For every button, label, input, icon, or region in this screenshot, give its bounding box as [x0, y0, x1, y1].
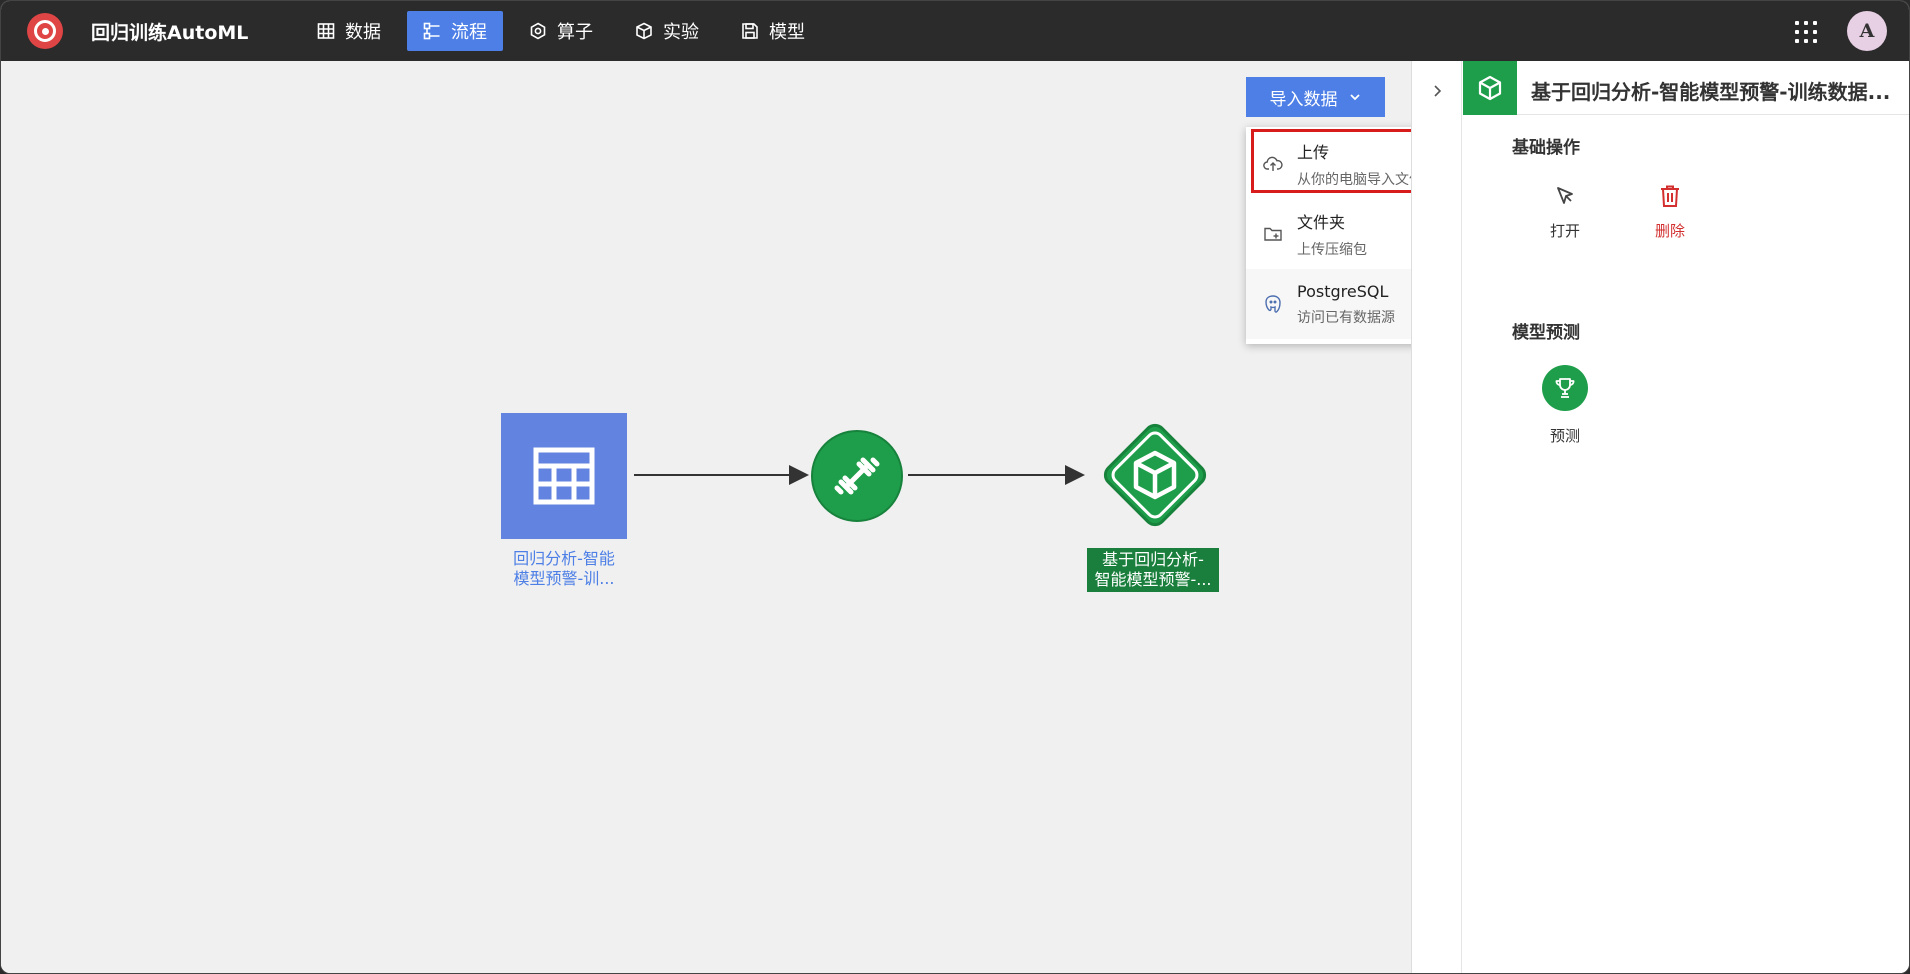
flow-icon	[423, 22, 440, 40]
model-badge	[1463, 61, 1517, 115]
nav-label: 实验	[663, 22, 699, 43]
model-node-label-line2: 智能模型预警-...	[1094, 570, 1212, 589]
cube-icon	[636, 22, 652, 40]
main-nav: 数据 流程 算子 实验 模型	[301, 11, 821, 51]
folder-add-icon	[1264, 227, 1282, 241]
chevron-right-icon	[1433, 85, 1441, 97]
dataset-node-label: 回归分析-智能 模型预警-训...	[493, 549, 635, 589]
nav-item-models[interactable]: 模型	[725, 11, 821, 51]
model-node-label: 基于回归分析- 智能模型预警-...	[1087, 548, 1219, 592]
open-button[interactable]: 打开	[1535, 184, 1595, 241]
basic-ops-title: 基础操作	[1512, 138, 1580, 158]
menu-item-subtitle: 访问已有数据源	[1297, 309, 1395, 326]
table-icon	[317, 23, 335, 39]
import-data-button[interactable]: 导入数据	[1246, 77, 1385, 117]
open-label: 打开	[1549, 222, 1580, 240]
delete-button[interactable]: 删除	[1640, 184, 1700, 241]
nav-item-experiments[interactable]: 实验	[619, 11, 715, 51]
avatar[interactable]: A	[1847, 11, 1887, 51]
collapse-panel-button[interactable]	[1412, 61, 1462, 973]
cube-icon	[1478, 75, 1502, 101]
predict-badge	[1542, 365, 1588, 411]
panel-title: 基于回归分析-智能模型预警-训练数据...	[1531, 80, 1891, 104]
flow-canvas[interactable]: 回归分析-智能 模型预警-训... 基于回归分析- 智能模型预警-... 导入数…	[1, 61, 1497, 973]
chevron-down-icon	[1349, 94, 1360, 101]
top-bar: 回归训练AutoML 数据 流程 算子 实验 模型 A	[1, 1, 1909, 61]
nav-label: 流程	[451, 22, 487, 43]
predict-button[interactable]: 预测	[1535, 365, 1595, 446]
model-node[interactable]	[1095, 415, 1215, 535]
trash-icon	[1661, 185, 1679, 207]
postgresql-icon	[1265, 295, 1281, 313]
nav-item-operators[interactable]: 算子	[513, 11, 609, 51]
menu-item-text: PostgreSQL 访问已有数据源	[1297, 282, 1395, 327]
details-panel: 基于回归分析-智能模型预警-训练数据... 基础操作 打开 删除 模型预测 预测	[1411, 61, 1909, 973]
nav-item-data[interactable]: 数据	[301, 11, 397, 51]
panel-header: 基于回归分析-智能模型预警-训练数据...	[1463, 61, 1909, 115]
train-node[interactable]	[811, 430, 903, 522]
dataset-node[interactable]	[501, 413, 627, 539]
predict-title: 模型预测	[1512, 323, 1580, 343]
table-icon	[533, 447, 595, 505]
app-title: 回归训练AutoML	[91, 22, 249, 44]
import-data-label: 导入数据	[1269, 89, 1338, 110]
nav-label: 数据	[345, 22, 381, 43]
trophy-icon	[1555, 378, 1575, 398]
model-node-label-line1: 基于回归分析-	[1102, 550, 1204, 569]
menu-item-subtitle: 上传压缩包	[1297, 242, 1367, 258]
cursor-icon	[1557, 187, 1573, 204]
nav-item-flow[interactable]: 流程	[407, 11, 503, 51]
menu-item-title: 文件夹	[1297, 213, 1346, 232]
dataset-node-label-line1: 回归分析-智能	[513, 549, 615, 568]
predict-label: 预测	[1549, 427, 1580, 445]
dumbbell-icon	[834, 457, 880, 495]
app-logo-icon[interactable]	[27, 13, 63, 49]
nav-label: 模型	[769, 22, 805, 43]
apps-grid-icon[interactable]	[1795, 21, 1817, 43]
menu-item-text: 文件夹 上传压缩包	[1297, 209, 1367, 259]
dataset-node-label-line2: 模型预警-训...	[513, 569, 615, 588]
save-icon	[742, 23, 758, 39]
hexagon-icon	[530, 22, 546, 40]
delete-label: 删除	[1654, 222, 1685, 240]
menu-item-title: PostgreSQL	[1297, 281, 1389, 301]
app-window: 回归训练AutoML 数据 流程 算子 实验 模型 A 回归分析-智能 模型预警…	[0, 0, 1910, 974]
nav-label: 算子	[557, 22, 593, 43]
